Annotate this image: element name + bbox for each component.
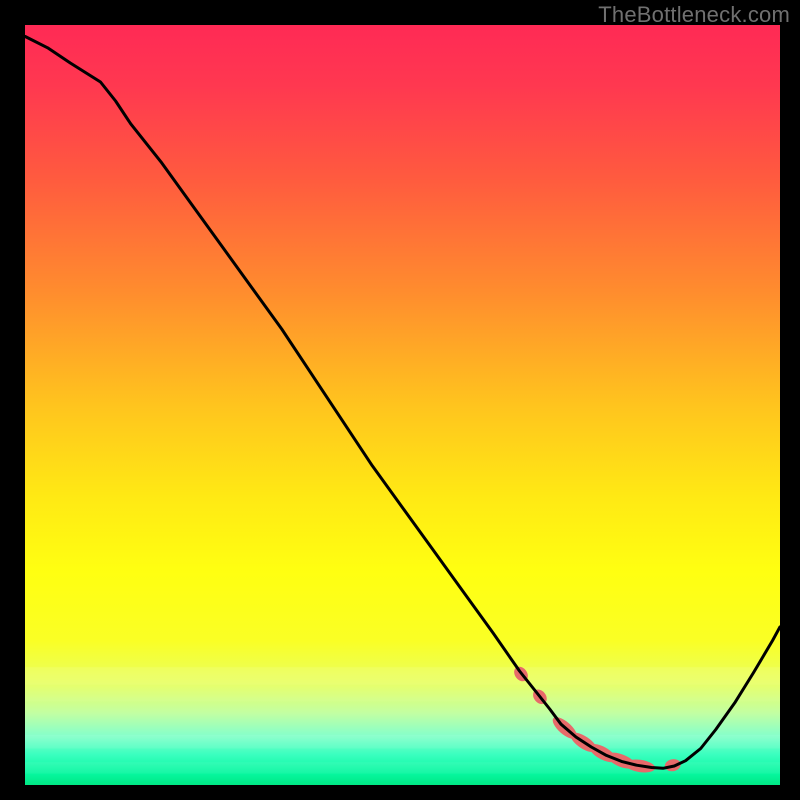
gradient-band (25, 735, 780, 749)
gradient-band (25, 667, 780, 685)
bottleneck-curve-chart (25, 25, 780, 785)
gradient-band (25, 685, 780, 702)
